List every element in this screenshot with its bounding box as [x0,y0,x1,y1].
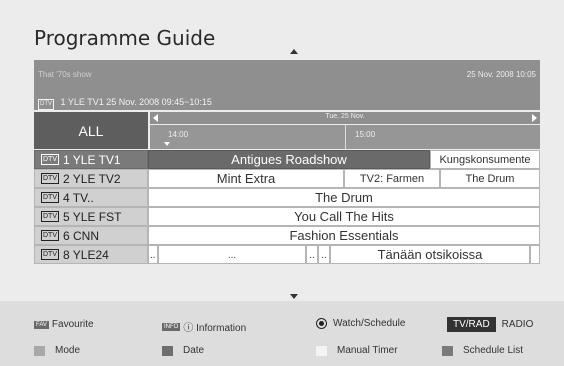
legend-favourite[interactable]: FAV Favourite [34,319,94,330]
channel-name: 1 YLE TV1 [63,152,121,167]
current-time-marker-icon [164,142,170,146]
channel-row: DTV 4 TV.. The Drum [34,188,540,207]
dtv-icon: DTV [41,230,59,241]
green-key-icon [162,345,173,356]
dtv-icon: DTV [41,173,59,184]
programme-cell-selected[interactable]: Antigues Roadshow [148,150,430,169]
programme-cell[interactable]: The Drum [148,188,540,207]
info-key-icon: INFO [162,322,181,331]
programme-cell[interactable]: Fashion Essentials [148,226,540,245]
legend-tv-radio[interactable]: TV/RAD RADIO [447,317,533,332]
legend-label: Schedule List [463,345,524,356]
channel-filter-all[interactable]: ALL [34,112,148,149]
fav-key-icon: FAV [34,320,49,329]
legend-manual-timer[interactable]: Manual Timer [316,345,398,356]
programme-cell[interactable]: .. [306,245,318,264]
legend-label: Mode [55,345,81,356]
legend-label: RADIO [501,319,534,330]
programme-cell[interactable]: Mint Extra [148,169,344,188]
channel-name: 5 YLE FST [63,209,122,224]
tv-rad-key: TV/RAD [447,317,496,332]
channel-row: DTV 2 YLE TV2 Mint Extra TV2: Farmen The … [34,169,540,188]
red-key-icon [34,345,45,356]
channel-name: 8 YLE24 [63,247,109,262]
channel-item-tv[interactable]: DTV 4 TV.. [34,188,148,207]
programme-cell[interactable]: Kungskonsumente [430,150,540,169]
current-channel-line: DTV 1 YLE TV1 25 Nov. 2008 09:45~10:15 [38,97,212,110]
channel-item-yle24[interactable]: DTV 8 YLE24 [34,245,148,264]
channel-item-cnn[interactable]: DTV 6 CNN [34,226,148,245]
channel-row: DTV 6 CNN Fashion Essentials [34,226,540,245]
legend-schedule-list[interactable]: Schedule List [442,345,523,356]
programme-cell[interactable]: ... [158,245,306,264]
ok-button-icon [316,318,327,329]
programme-guide-screen: Programme Guide That '70s show 25 Nov. 2… [0,0,564,366]
page-title: Programme Guide [34,26,216,50]
legend-label: Watch/Schedule [333,318,406,329]
legend-label: ⓘ Information [183,323,247,334]
channel-row: DTV 8 YLE24 .. ... .. .. Tänään otsikoiss… [34,245,540,264]
scroll-up-arrow-icon[interactable] [290,49,298,54]
dtv-icon: DTV [41,211,59,222]
dtv-icon: DTV [41,154,59,165]
legend-label: Manual Timer [337,345,398,356]
current-datetime: 25 Nov. 2008 10:05 [466,70,536,79]
legend-information[interactable]: INFO ⓘ Information [162,319,246,334]
legend-watch-schedule[interactable]: Watch/Schedule [316,318,405,329]
programme-cell[interactable]: TV2: Farmen [344,169,440,188]
scroll-down-arrow-icon[interactable] [290,294,298,299]
yellow-key-icon [316,345,327,356]
programme-cell[interactable]: .. [318,245,330,264]
channel-name: 2 YLE TV2 [63,171,121,186]
legend-label: Date [183,345,205,356]
channel-item-yle-tv1[interactable]: DTV 1 YLE TV1 [34,150,148,169]
timeline-date: Tue. 25 Nov. [325,113,365,120]
time-label: 15:00 [355,130,376,139]
programme-cell[interactable]: The Drum [440,169,540,188]
timeline-bar: Tue. 25 Nov. 14:00 15:00 [150,112,540,149]
dtv-icon: DTV [38,99,54,110]
programme-info-panel: That '70s show 25 Nov. 2008 10:05 DTV 1 … [34,60,540,110]
legend-label: Favourite [51,319,94,330]
channel-name: 4 TV.. [63,190,94,205]
channel-item-yle-tv2[interactable]: DTV 2 YLE TV2 [34,169,148,188]
time-divider [345,125,346,149]
programme-cell[interactable] [530,245,540,264]
legend-date[interactable]: Date [162,345,204,356]
blue-key-icon [442,345,453,356]
dtv-icon: DTV [41,192,59,203]
programme-cell[interactable]: .. [148,245,158,264]
channel-schedule-text: 1 YLE TV1 25 Nov. 2008 09:45~10:15 [60,97,212,107]
channel-row: DTV 1 YLE TV1 Antigues Roadshow Kungskons… [34,150,540,169]
next-day-arrow-icon[interactable] [532,114,537,122]
programme-cell[interactable]: You Call The Hits [148,207,540,226]
timeline-date-strip: Tue. 25 Nov. [150,112,540,124]
dtv-icon: DTV [41,249,59,260]
channel-item-yle-fst[interactable]: DTV 5 YLE FST [34,207,148,226]
button-legend: FAV Favourite INFO ⓘ Information Watch/S… [0,301,564,366]
channel-name: 6 CNN [63,228,100,243]
programme-cell[interactable]: Tänään otsikoissa [330,245,530,264]
legend-mode[interactable]: Mode [34,345,80,356]
time-label: 14:00 [168,130,189,139]
current-show-title: That '70s show [38,70,92,79]
timeline-hours: 14:00 15:00 [150,125,540,149]
channel-row: DTV 5 YLE FST You Call The Hits [34,207,540,226]
